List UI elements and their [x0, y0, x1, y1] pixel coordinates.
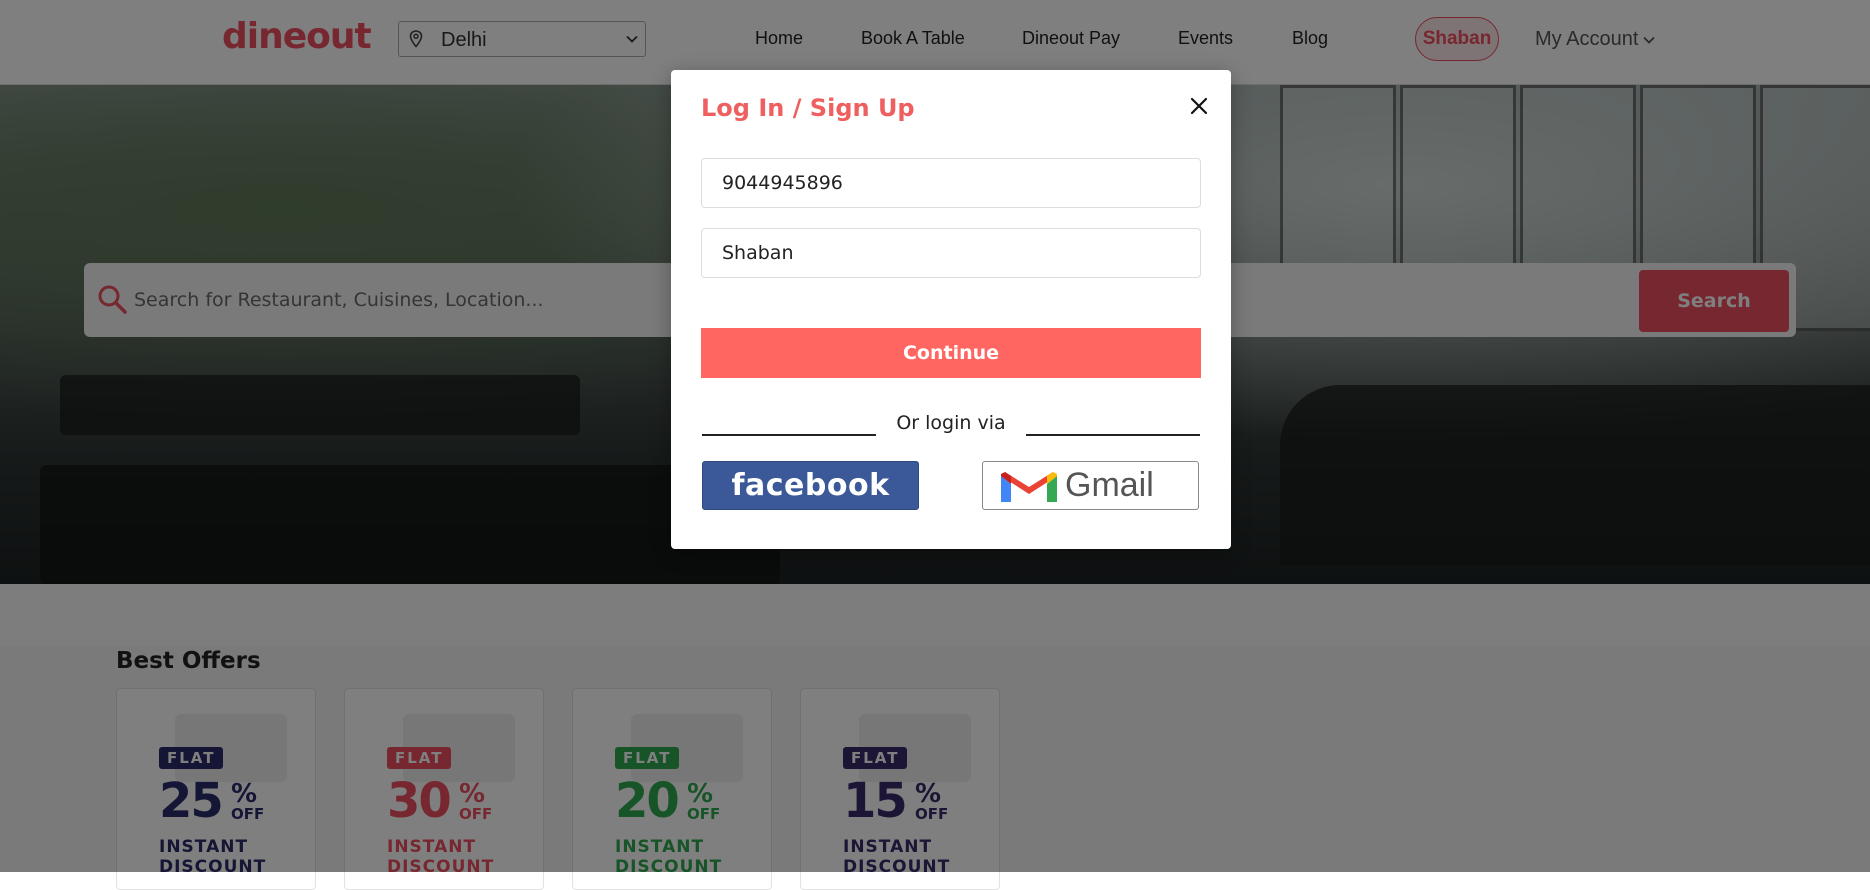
- modal-title: Log In / Sign Up: [701, 94, 915, 122]
- continue-button[interactable]: Continue: [701, 328, 1201, 378]
- or-login-via-text: Or login via: [896, 412, 1006, 434]
- name-field[interactable]: [701, 228, 1201, 278]
- divider-left: [702, 434, 876, 436]
- divider-right: [1026, 434, 1200, 436]
- gmail-icon: [997, 470, 1061, 509]
- facebook-login-button[interactable]: facebook: [702, 461, 919, 510]
- gmail-label: Gmail: [1065, 466, 1154, 504]
- close-icon[interactable]: [1184, 91, 1214, 121]
- phone-field[interactable]: [701, 158, 1201, 208]
- login-modal: Log In / Sign Up Continue Or login via f…: [671, 70, 1231, 549]
- gmail-login-button[interactable]: Gmail: [982, 461, 1199, 510]
